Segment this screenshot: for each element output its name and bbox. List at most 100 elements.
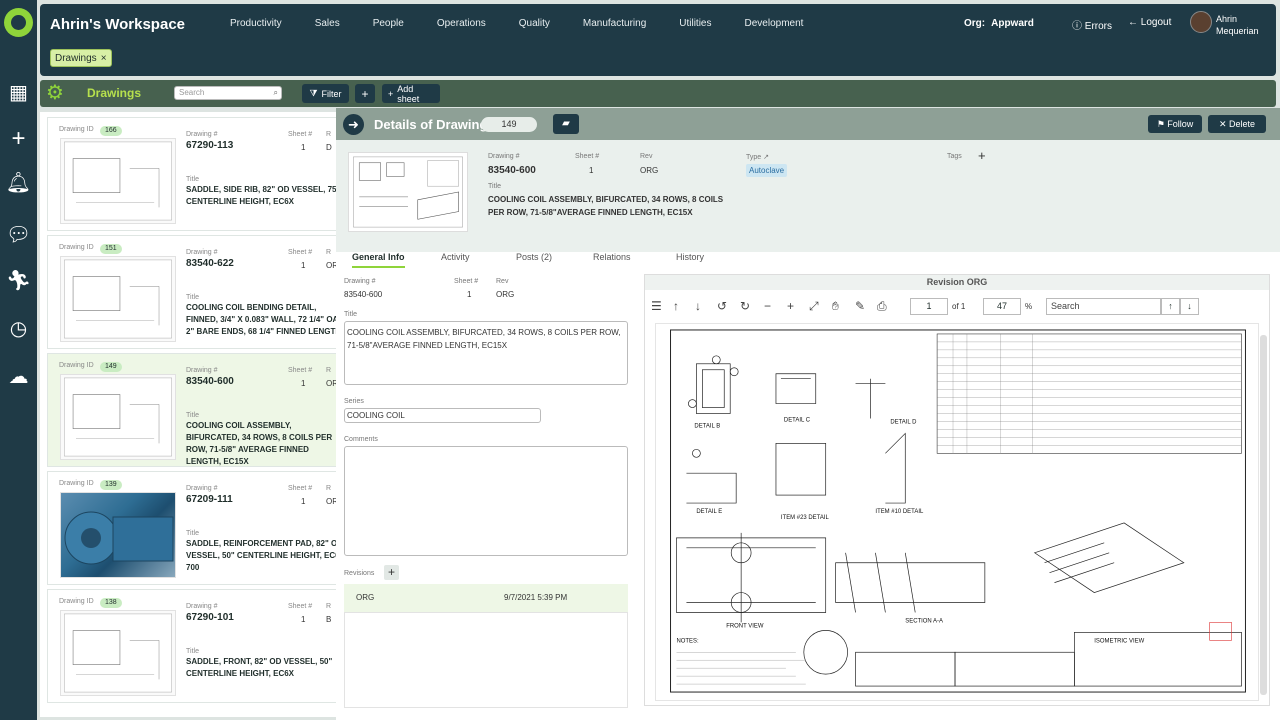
- list-item[interactable]: Drawing ID 166 Drawing # 67290-113 Sheet # 1 R…: [47, 117, 336, 231]
- activity-runner-icon[interactable]: 🏃︎: [0, 270, 37, 292]
- rev-value: B: [326, 615, 332, 624]
- page-count: of 1: [952, 302, 966, 311]
- pan-hand-icon[interactable]: ✋︎: [832, 299, 839, 314]
- fit-page-icon[interactable]: ⤢: [809, 299, 819, 314]
- revisions-list-area: [344, 612, 628, 708]
- org-selector[interactable]: Org: Appward: [964, 18, 1040, 29]
- title-label: Title: [186, 530, 199, 537]
- external-link-icon[interactable]: ↗: [763, 154, 769, 161]
- sheet-num-label: Sheet #: [288, 485, 313, 492]
- summary-thumbnail[interactable]: [348, 152, 468, 232]
- tab-posts[interactable]: Posts (2): [516, 252, 552, 262]
- revision-row[interactable]: ORG 9/7/2021 5:39 PM: [344, 584, 628, 612]
- apps-grid-icon[interactable]: ▦: [0, 82, 37, 104]
- logout-link[interactable]: ← Logout: [1128, 17, 1171, 28]
- nav-people[interactable]: People: [373, 18, 404, 29]
- drawing-thumbnail: [60, 256, 176, 342]
- title-textarea[interactable]: COOLING COIL ASSEMBLY, BIFURCATED, 34 RO…: [344, 321, 628, 385]
- list-item[interactable]: Drawing ID 138 Drawing # 67290-101 Sheet # 1 R…: [47, 589, 336, 703]
- chip-close-icon[interactable]: ×: [101, 53, 107, 64]
- viewer-search-input[interactable]: Search: [1046, 298, 1161, 315]
- title-label: Title: [186, 176, 199, 183]
- drawing-canvas[interactable]: DETAIL B DETAIL C DETAIL D DETAIL E ITEM…: [655, 323, 1259, 701]
- summary-type-label: Type ↗: [746, 154, 770, 161]
- item23-label: ITEM #23 DETAIL: [781, 515, 830, 521]
- tab-general-info[interactable]: General Info: [352, 252, 405, 268]
- comments-textarea[interactable]: [344, 446, 628, 556]
- title-label: Title: [186, 412, 199, 419]
- plus-icon: +: [388, 88, 394, 99]
- detail-summary: Drawing # 83540-600 Sheet # 1 Rev ORG Ty…: [336, 140, 1280, 252]
- page-input[interactable]: 1: [910, 298, 948, 315]
- summary-tags-label: Tags: [947, 153, 962, 160]
- tab-activity[interactable]: Activity: [441, 252, 470, 262]
- revision-date: 9/7/2021 5:39 PM: [504, 593, 568, 602]
- folder-icon[interactable]: ▰: [553, 114, 579, 134]
- drawing-num-label: Drawing #: [186, 249, 218, 256]
- drawings-chip[interactable]: Drawings ×: [50, 49, 112, 67]
- chat-icon[interactable]: 💬︎: [0, 224, 37, 246]
- drawing-thumbnail: [60, 138, 176, 224]
- nav-development[interactable]: Development: [745, 18, 804, 29]
- zoom-input[interactable]: 47: [983, 298, 1021, 315]
- annotate-pen-icon[interactable]: ✎: [855, 299, 865, 313]
- arrow-down-icon[interactable]: ↓: [695, 299, 701, 313]
- add-icon[interactable]: +: [0, 127, 37, 151]
- add-button[interactable]: +: [355, 84, 375, 103]
- drawing-id-badge: 138: [100, 598, 122, 608]
- cloud-upload-icon[interactable]: ☁: [0, 366, 37, 388]
- filter-button[interactable]: ⧩ Filter: [302, 84, 349, 103]
- nav-operations[interactable]: Operations: [437, 18, 486, 29]
- nav-quality[interactable]: Quality: [519, 18, 550, 29]
- tab-history[interactable]: History: [676, 252, 704, 262]
- arrow-right-icon[interactable]: ➜: [343, 114, 364, 135]
- avatar[interactable]: [1190, 11, 1212, 33]
- search-next-icon[interactable]: ↓: [1180, 298, 1199, 315]
- list-item[interactable]: Drawing ID 151 Drawing # 83540-622 Sheet # 1 R…: [47, 235, 336, 349]
- list-item[interactable]: Drawing ID 149 Drawing # 83540-600 Sheet # 1 R…: [47, 353, 336, 467]
- drawing-id-badge: 149: [100, 362, 122, 372]
- rev-label: R: [326, 131, 332, 138]
- gear-icon[interactable]: ⚙: [46, 82, 64, 104]
- rev-value: D: [326, 143, 332, 152]
- nav-manufacturing[interactable]: Manufacturing: [583, 18, 646, 29]
- form-drawing[interactable]: 83540-600: [344, 290, 382, 299]
- nav-sales[interactable]: Sales: [315, 18, 340, 29]
- sheet-search-input[interactable]: Search ⌕: [174, 86, 282, 100]
- sheet-num-label: Sheet #: [288, 603, 313, 610]
- delete-button[interactable]: ✕ Delete: [1208, 115, 1266, 133]
- form-rev[interactable]: ORG: [496, 290, 514, 299]
- form-sheet[interactable]: 1: [467, 290, 471, 299]
- menu-icon[interactable]: ☰: [651, 299, 662, 313]
- viewer-title: Revision ORG: [645, 275, 1269, 290]
- nav-productivity[interactable]: Productivity: [230, 18, 282, 29]
- workspace-title: Ahrin's Workspace: [50, 16, 185, 33]
- left-rail: ▦ + 🔔︎ 💬︎ 🏃︎ ◷ ☁: [0, 0, 37, 720]
- search-prev-icon[interactable]: ↑: [1161, 298, 1180, 315]
- arrow-up-icon[interactable]: ↑: [673, 299, 679, 313]
- zoom-out-icon[interactable]: −: [764, 299, 771, 313]
- summary-title: COOLING COIL ASSEMBLY, BIFURCATED, 34 RO…: [488, 195, 724, 217]
- nav-utilities[interactable]: Utilities: [679, 18, 711, 29]
- bell-icon[interactable]: 🔔︎: [0, 172, 37, 194]
- clock-icon[interactable]: ◷: [0, 318, 37, 340]
- list-item[interactable]: Drawing ID 139 Drawing # 67209-111 Sheet # 1 R…: [47, 471, 336, 585]
- app-logo-icon[interactable]: [4, 8, 33, 37]
- follow-button[interactable]: ⚑ Follow: [1148, 115, 1202, 133]
- zoom-in-icon[interactable]: +: [787, 299, 794, 313]
- tab-relations[interactable]: Relations: [593, 252, 631, 262]
- viewer-scrollbar[interactable]: [1260, 335, 1267, 695]
- summary-sheet: 1: [589, 166, 594, 175]
- errors-link[interactable]: ⓘ Errors: [1072, 17, 1112, 32]
- series-input[interactable]: COOLING COIL: [344, 408, 541, 423]
- rev-value: OR: [326, 497, 336, 506]
- drawing-title: COOLING COIL BENDING DETAIL, FINNED, 3/4…: [186, 303, 336, 336]
- add-tag-button[interactable]: +: [978, 148, 986, 163]
- summary-drawing-label: Drawing #: [488, 153, 520, 160]
- rotate-left-icon[interactable]: ↺: [717, 299, 727, 313]
- rotate-right-icon[interactable]: ↻: [740, 299, 750, 313]
- sheet-num-label: Sheet #: [288, 249, 313, 256]
- print-icon[interactable]: ⎙: [877, 299, 887, 314]
- add-revision-button[interactable]: +: [384, 565, 399, 580]
- add-sheet-button[interactable]: + Add sheet: [382, 84, 440, 104]
